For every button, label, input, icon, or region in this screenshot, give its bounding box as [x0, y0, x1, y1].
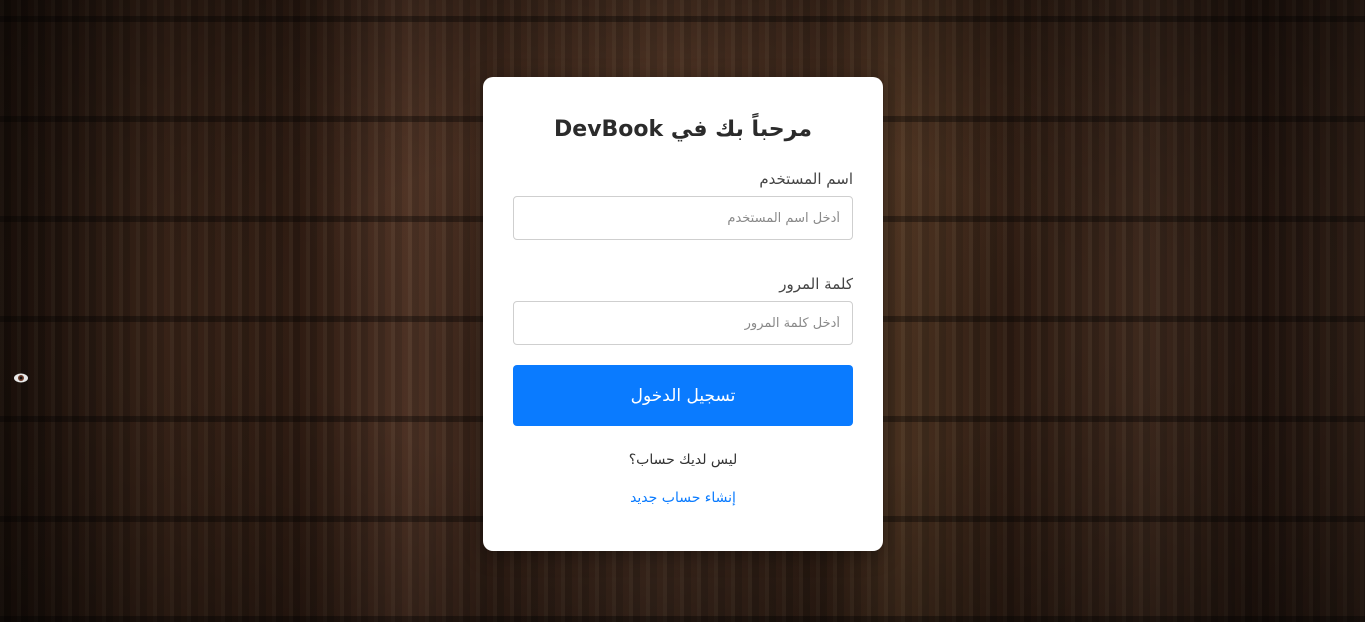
- eye-icon[interactable]: [13, 370, 29, 386]
- username-input[interactable]: [513, 196, 853, 240]
- password-label: كلمة المرور: [779, 275, 853, 293]
- username-group: اسم المستخدم: [513, 170, 853, 240]
- register-link[interactable]: إنشاء حساب جديد: [513, 490, 853, 506]
- no-account-text: ليس لديك حساب؟: [628, 452, 738, 468]
- login-button[interactable]: تسجيل الدخول: [513, 365, 853, 426]
- login-card: مرحباً بك في DevBook اسم المستخدم كلمة ا…: [483, 77, 883, 551]
- page-title: مرحباً بك في DevBook: [554, 117, 812, 142]
- password-input[interactable]: [513, 301, 853, 345]
- password-group: كلمة المرور: [513, 275, 853, 345]
- username-label: اسم المستخدم: [759, 170, 853, 188]
